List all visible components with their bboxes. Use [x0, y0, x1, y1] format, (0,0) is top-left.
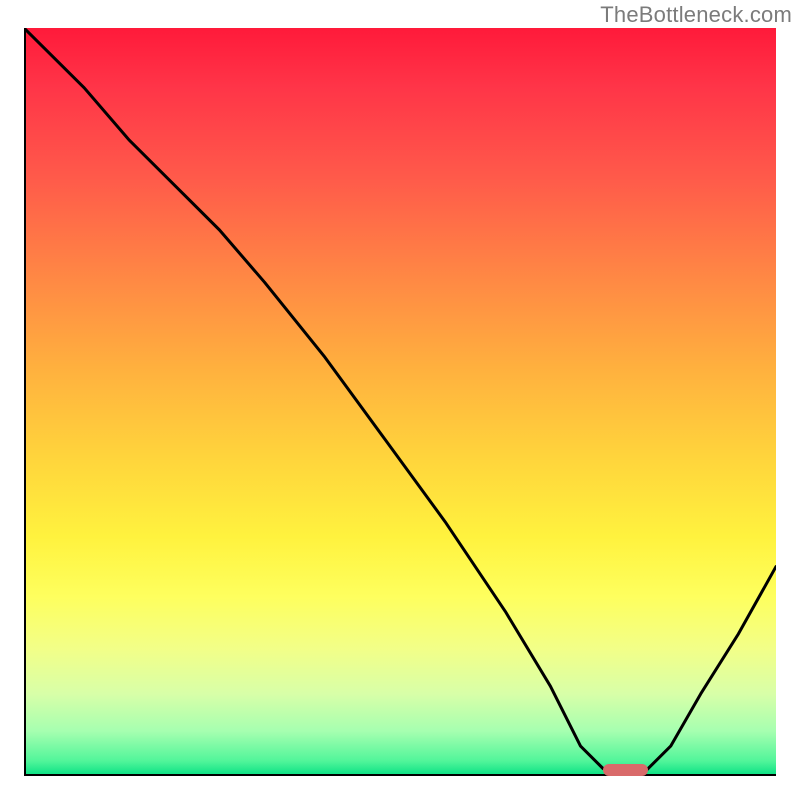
optimal-range-marker [603, 764, 648, 776]
watermark-text: TheBottleneck.com [600, 2, 792, 28]
bottleneck-curve [24, 28, 776, 776]
